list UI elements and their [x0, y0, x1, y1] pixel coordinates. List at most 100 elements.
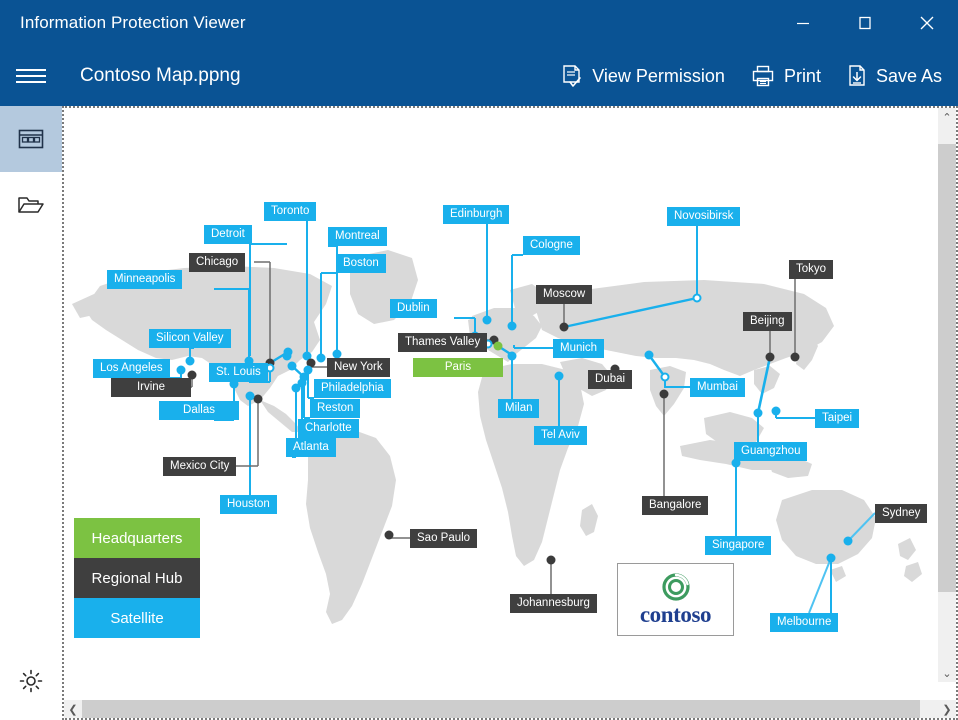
window-controls	[772, 0, 958, 46]
map-label-tokyo[interactable]: Tokyo	[789, 260, 834, 279]
legend-label-headquarters: Headquarters	[91, 529, 183, 547]
print-label: Print	[783, 65, 821, 86]
site-pin	[493, 341, 503, 351]
scroll-right-button[interactable]: ❯	[938, 700, 956, 718]
map-label-charlotte[interactable]: Charlotte	[298, 419, 359, 438]
swirl-circle-icon	[661, 573, 690, 601]
map-label-houston[interactable]: Houston	[220, 495, 277, 514]
map-label-philadelphia[interactable]: Philadelphia	[314, 379, 391, 398]
site-pin	[790, 352, 800, 362]
print-button[interactable]: Print	[751, 64, 821, 88]
map-label-johannesburg[interactable]: Johannesburg	[510, 594, 597, 613]
site-pin	[287, 361, 297, 371]
minimize-button[interactable]	[772, 0, 834, 46]
map-label-milan[interactable]: Milan	[498, 399, 540, 418]
site-pin	[291, 383, 301, 393]
site-pin	[554, 371, 564, 381]
document-viewport: Toronto Detroit Montreal Chicago Boston …	[62, 106, 958, 720]
map-label-tel-aviv[interactable]: Tel Aviv	[534, 426, 587, 445]
sidebar-item-settings[interactable]	[0, 648, 62, 714]
site-pin	[253, 394, 263, 404]
close-icon	[920, 16, 934, 30]
site-pin	[659, 389, 669, 399]
map-label-paris[interactable]: Paris	[413, 358, 503, 377]
map-label-sydney[interactable]: Sydney	[875, 504, 928, 523]
vertical-scroll-thumb[interactable]	[938, 144, 956, 592]
site-pin	[771, 406, 781, 416]
map-label-montreal[interactable]: Montreal	[328, 227, 387, 246]
site-pin	[384, 530, 394, 540]
vertical-scroll-track[interactable]	[938, 126, 956, 664]
map-label-sao-paulo[interactable]: Sao Paulo	[410, 529, 478, 548]
site-pin	[559, 322, 569, 332]
scroll-left-button[interactable]: ❮	[64, 700, 82, 718]
legend-item-headquarters: Headquarters	[74, 518, 200, 558]
map-label-cologne[interactable]: Cologne	[523, 236, 580, 255]
map-label-silicon-valley[interactable]: Silicon Valley	[149, 329, 231, 348]
map-label-munich[interactable]: Munich	[553, 339, 605, 358]
map-label-edinburgh[interactable]: Edinburgh	[443, 205, 510, 224]
site-pin	[660, 372, 670, 382]
map-label-dublin[interactable]: Dublin	[390, 299, 437, 318]
save-as-button[interactable]: Save As	[847, 64, 942, 88]
map-label-beijing[interactable]: Beijing	[743, 312, 792, 331]
map-label-moscow[interactable]: Moscow	[536, 285, 593, 304]
legend-item-regional-hub: Regional Hub	[74, 558, 200, 598]
map-label-chicago[interactable]: Chicago	[189, 253, 246, 272]
legend-label-satellite: Satellite	[110, 609, 164, 627]
document-check-icon	[563, 65, 582, 87]
vertical-scrollbar[interactable]: ⌃ ⌄	[938, 108, 956, 682]
map-label-irvine[interactable]: Irvine	[111, 378, 191, 397]
view-permission-label: View Permission	[592, 65, 725, 86]
map-label-guangzhou[interactable]: Guangzhou	[734, 442, 808, 461]
scroll-down-button[interactable]: ⌄	[938, 664, 956, 682]
site-pin	[826, 553, 836, 563]
map-label-los-angeles[interactable]: Los Angeles	[93, 359, 170, 378]
map-label-mexico-city[interactable]: Mexico City	[163, 457, 237, 476]
map-label-novosibirsk[interactable]: Novosibirsk	[667, 207, 741, 226]
printer-icon	[752, 65, 774, 87]
site-pin	[283, 347, 293, 357]
folder-icon	[18, 197, 44, 213]
map-label-atlanta[interactable]: Atlanta	[286, 438, 336, 457]
sidebar-item-thumbnails[interactable]	[0, 106, 62, 172]
horizontal-scroll-thumb[interactable]	[82, 700, 920, 718]
window-title: Information Protection Viewer	[20, 13, 246, 32]
toolbar: Contoso Map.ppng View Permission Print S…	[0, 46, 958, 106]
map-label-dallas[interactable]: Dallas	[159, 401, 239, 420]
map-label-detroit[interactable]: Detroit	[204, 225, 252, 244]
site-pin	[185, 356, 195, 366]
map-label-thames-valley[interactable]: Thames Valley	[398, 333, 488, 352]
map-label-bangalore[interactable]: Bangalore	[642, 496, 709, 515]
close-button[interactable]	[896, 0, 958, 46]
map-label-toronto[interactable]: Toronto	[264, 202, 317, 221]
map-label-melbourne[interactable]: Melbourne	[770, 613, 839, 632]
title-bar: Information Protection Viewer	[0, 0, 958, 46]
map-label-boston[interactable]: Boston	[336, 254, 386, 273]
site-pin	[507, 321, 517, 331]
site-pin	[482, 315, 492, 325]
horizontal-scrollbar[interactable]: ❮ ❯	[64, 700, 956, 718]
thumbnails-grid-icon	[18, 129, 44, 149]
maximize-icon	[859, 16, 871, 30]
map-legend: Headquarters Regional Hub Satellite	[74, 518, 200, 638]
site-pin	[644, 350, 654, 360]
map-label-reston[interactable]: Reston	[310, 399, 361, 418]
map-label-mumbai[interactable]: Mumbai	[690, 378, 745, 397]
menu-button[interactable]	[0, 46, 62, 106]
map-label-singapore[interactable]: Singapore	[705, 536, 772, 555]
map-label-new-york[interactable]: New York	[327, 358, 390, 377]
document-canvas: Toronto Detroit Montreal Chicago Boston …	[64, 108, 938, 682]
view-permission-button[interactable]: View Permission	[561, 64, 725, 88]
map-label-taipei[interactable]: Taipei	[815, 409, 860, 428]
horizontal-scroll-track[interactable]	[82, 700, 938, 718]
site-pin	[753, 408, 763, 418]
scroll-up-button[interactable]: ⌃	[938, 108, 956, 126]
document-name: Contoso Map.ppng	[80, 65, 241, 86]
map-label-minneapolis[interactable]: Minneapolis	[107, 270, 183, 289]
sidebar-item-open-folder[interactable]	[0, 172, 62, 238]
contoso-world-map: Toronto Detroit Montreal Chicago Boston …	[64, 108, 938, 682]
map-label-st-louis[interactable]: St. Louis	[209, 363, 268, 382]
maximize-button[interactable]	[834, 0, 896, 46]
map-label-dubai[interactable]: Dubai	[588, 370, 633, 389]
